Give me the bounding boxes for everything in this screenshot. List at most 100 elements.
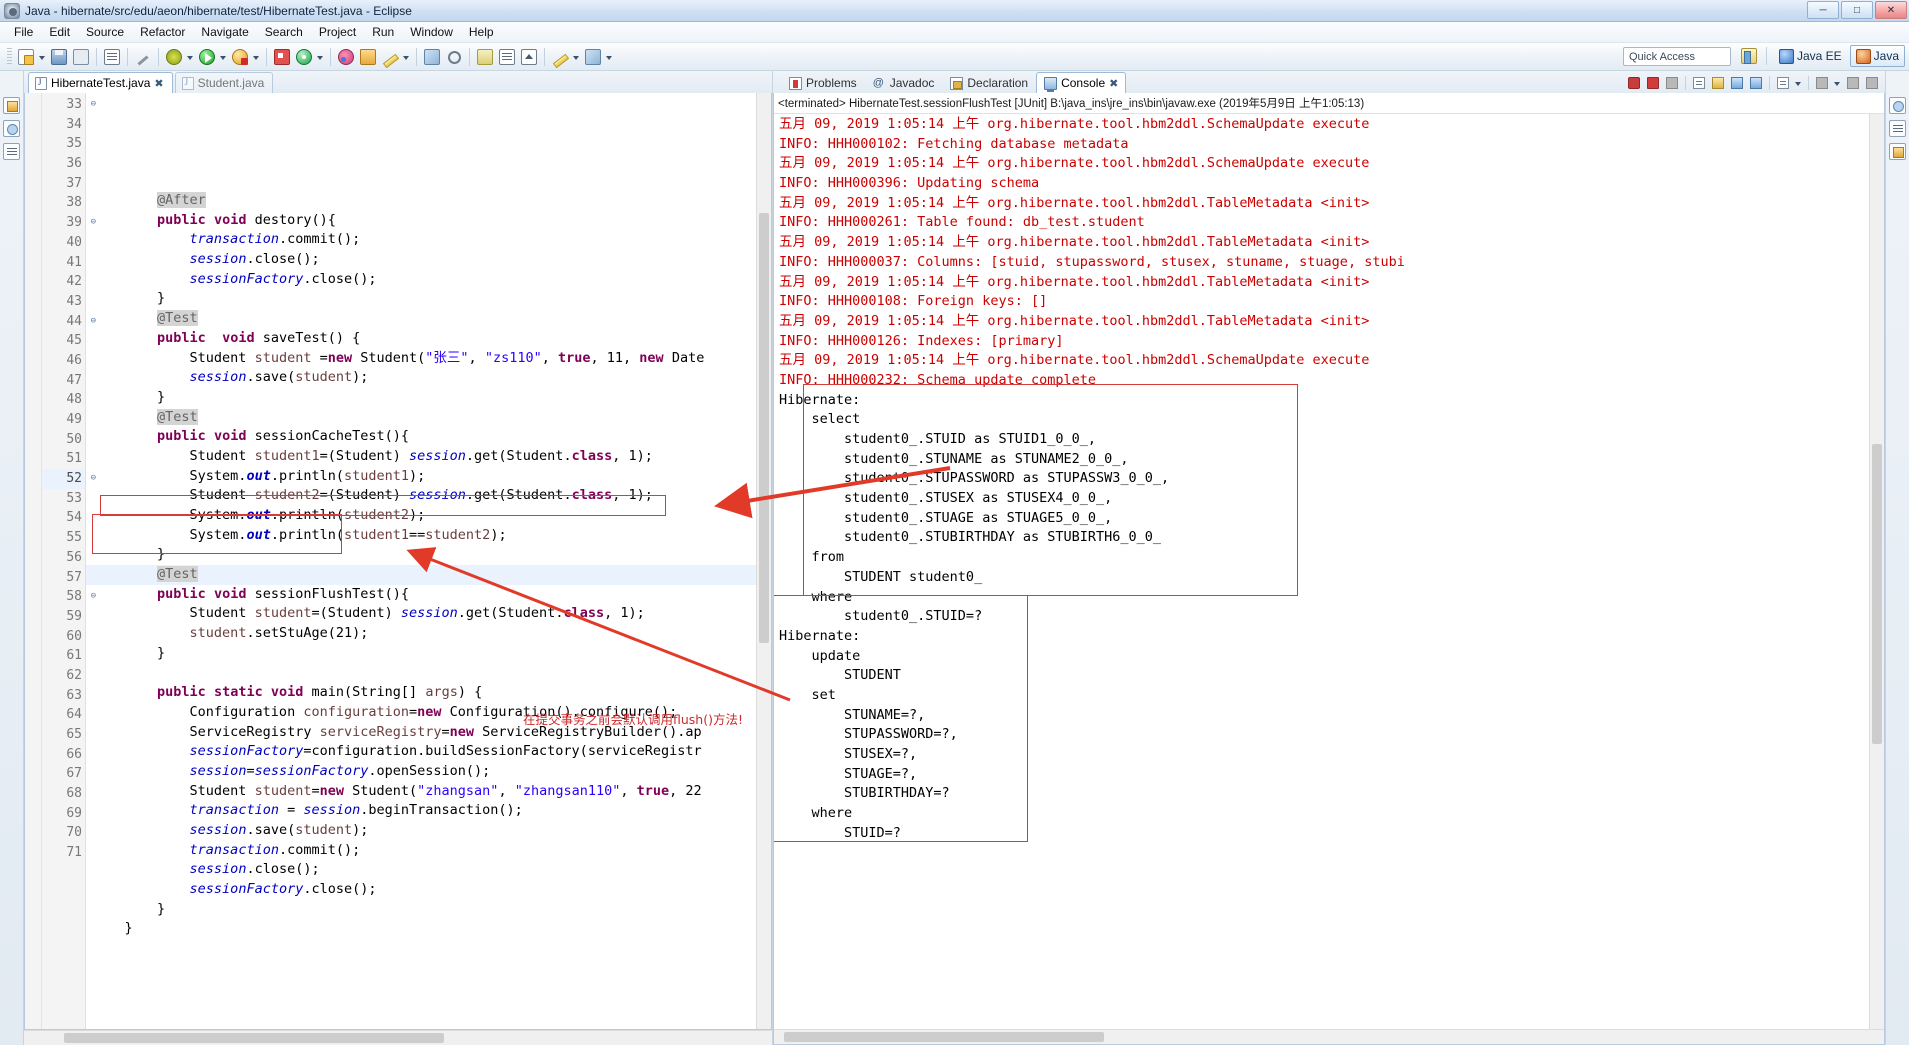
- code-line[interactable]: session.close();: [86, 250, 756, 270]
- code-line[interactable]: System.out.println(student1==student2);: [86, 526, 756, 546]
- task-list-icon[interactable]: [1889, 97, 1906, 114]
- toolbar-grip[interactable]: [7, 47, 12, 66]
- code-line[interactable]: public void sessionCacheTest(){: [86, 427, 756, 447]
- code-line[interactable]: session.save(student);: [86, 821, 756, 841]
- clear-console-button[interactable]: [1690, 74, 1708, 92]
- view-menu-button[interactable]: [1813, 74, 1831, 92]
- code-line[interactable]: [86, 664, 756, 684]
- console-vertical-scrollbar[interactable]: [1869, 114, 1884, 1029]
- code-line[interactable]: }: [86, 644, 756, 664]
- run-dropdown-arrow[interactable]: [218, 47, 227, 67]
- new-java-package-button[interactable]: [272, 47, 292, 67]
- code-line[interactable]: @Test: [86, 309, 756, 329]
- editor-hscroll-thumb[interactable]: [64, 1033, 444, 1043]
- remove-all-launches-button[interactable]: [1663, 74, 1681, 92]
- editor-tab-hibernatetest[interactable]: HibernateTest.java ✖: [28, 72, 173, 93]
- console-horizontal-scrollbar[interactable]: [774, 1029, 1884, 1044]
- package-explorer-icon[interactable]: [3, 97, 20, 114]
- menu-file[interactable]: File: [6, 23, 41, 41]
- outline-icon[interactable]: [1889, 120, 1906, 137]
- code-line[interactable]: transaction.commit();: [86, 230, 756, 250]
- code-line[interactable]: public void saveTest() {: [86, 329, 756, 349]
- pin-console-button[interactable]: [1728, 74, 1746, 92]
- menu-search[interactable]: Search: [257, 23, 311, 41]
- console-panel[interactable]: <terminated> HibernateTest.sessionFlushT…: [773, 93, 1885, 1045]
- open-perspective-button[interactable]: [1739, 46, 1759, 66]
- search-button[interactable]: [444, 47, 464, 67]
- code-line[interactable]: [86, 939, 756, 959]
- editor-vertical-scrollbar[interactable]: [756, 93, 771, 1029]
- debug-dropdown-arrow[interactable]: [185, 47, 194, 67]
- forward-button[interactable]: [583, 47, 603, 67]
- console-output[interactable]: 五月 09, 2019 1:05:14 上午 org.hibernate.too…: [774, 114, 1869, 1029]
- external-tools-dropdown-arrow[interactable]: [315, 47, 324, 67]
- code-line[interactable]: session.close();: [86, 860, 756, 880]
- type-hierarchy-icon[interactable]: [3, 120, 20, 137]
- console-tab-close-icon[interactable]: ✖: [1109, 77, 1118, 90]
- console-hscroll-thumb[interactable]: [784, 1032, 1104, 1042]
- editor-tab-student[interactable]: Student.java: [174, 72, 274, 93]
- quick-access-input[interactable]: Quick Access: [1623, 47, 1731, 66]
- code-line[interactable]: System.out.println(student2);: [86, 506, 756, 526]
- new-package-folder-button[interactable]: [358, 47, 378, 67]
- code-line[interactable]: }: [86, 388, 756, 408]
- code-line[interactable]: sessionFactory.close();: [86, 270, 756, 290]
- menu-refactor[interactable]: Refactor: [132, 23, 193, 41]
- menu-run[interactable]: Run: [364, 23, 402, 41]
- menu-project[interactable]: Project: [311, 23, 364, 41]
- minimize-button[interactable]: ─: [1807, 1, 1839, 19]
- coverage-button[interactable]: [230, 47, 250, 67]
- last-edit-button[interactable]: [519, 47, 539, 67]
- code-line[interactable]: Student student2=(Student) session.get(S…: [86, 486, 756, 506]
- menu-help[interactable]: Help: [461, 23, 502, 41]
- code-line[interactable]: public void destory(){: [86, 211, 756, 231]
- prev-annotation-button[interactable]: [497, 47, 517, 67]
- editor-tab-close-icon[interactable]: ✖: [154, 77, 163, 90]
- new-jsp-button[interactable]: [422, 47, 442, 67]
- outline-view-icon[interactable]: [3, 143, 20, 160]
- perspective-java-ee[interactable]: Java EE: [1773, 45, 1848, 67]
- code-line[interactable]: sessionFactory.close();: [86, 880, 756, 900]
- close-button[interactable]: ✕: [1875, 1, 1907, 19]
- editor-scroll-thumb[interactable]: [759, 213, 769, 643]
- remove-launch-button[interactable]: [1644, 74, 1662, 92]
- code-line[interactable]: }: [86, 919, 756, 939]
- servers-icon[interactable]: [1889, 143, 1906, 160]
- maximize-view-button[interactable]: [1863, 74, 1881, 92]
- maximize-button[interactable]: □: [1841, 1, 1873, 19]
- code-line[interactable]: Student student =new Student("张三", "zs11…: [86, 349, 756, 369]
- open-type-button[interactable]: [102, 47, 122, 67]
- terminate-button[interactable]: [1625, 74, 1643, 92]
- code-line[interactable]: @After: [86, 191, 756, 211]
- code-line[interactable]: public void sessionFlushTest(){: [86, 585, 756, 605]
- external-tools-button[interactable]: [294, 47, 314, 67]
- perspective-java[interactable]: Java: [1849, 45, 1905, 67]
- code-line[interactable]: }: [86, 289, 756, 309]
- editor-horizontal-scrollbar[interactable]: [24, 1030, 772, 1045]
- forward-dropdown-arrow[interactable]: [604, 47, 613, 67]
- code-line[interactable]: student.setStuAge(21);: [86, 624, 756, 644]
- code-line[interactable]: @Test: [86, 565, 756, 585]
- tab-javadoc[interactable]: @ Javadoc: [865, 72, 943, 93]
- debug-button[interactable]: [164, 47, 184, 67]
- code-line[interactable]: }: [86, 900, 756, 920]
- code-line[interactable]: transaction = session.beginTransaction()…: [86, 801, 756, 821]
- code-line[interactable]: @Test: [86, 408, 756, 428]
- back-button[interactable]: [550, 47, 570, 67]
- code-line[interactable]: transaction.commit();: [86, 841, 756, 861]
- open-console-button[interactable]: [1774, 74, 1792, 92]
- tab-problems[interactable]: Problems: [781, 72, 865, 93]
- menu-edit[interactable]: Edit: [41, 23, 78, 41]
- code-line[interactable]: Student student=new Student("zhangsan", …: [86, 782, 756, 802]
- save-button[interactable]: [49, 47, 69, 67]
- editor-source-text[interactable]: @After public void destory(){ transactio…: [86, 93, 756, 1029]
- code-line[interactable]: session=sessionFactory.openSession();: [86, 762, 756, 782]
- back-dropdown-arrow[interactable]: [571, 47, 580, 67]
- annotate-button[interactable]: [380, 47, 400, 67]
- console-scroll-thumb[interactable]: [1872, 444, 1882, 744]
- new-dropdown-arrow[interactable]: [37, 47, 46, 67]
- code-line[interactable]: System.out.println(student1);: [86, 467, 756, 487]
- code-line[interactable]: Student student1=(Student) session.get(S…: [86, 447, 756, 467]
- print-button[interactable]: [71, 47, 91, 67]
- menu-window[interactable]: Window: [402, 23, 461, 41]
